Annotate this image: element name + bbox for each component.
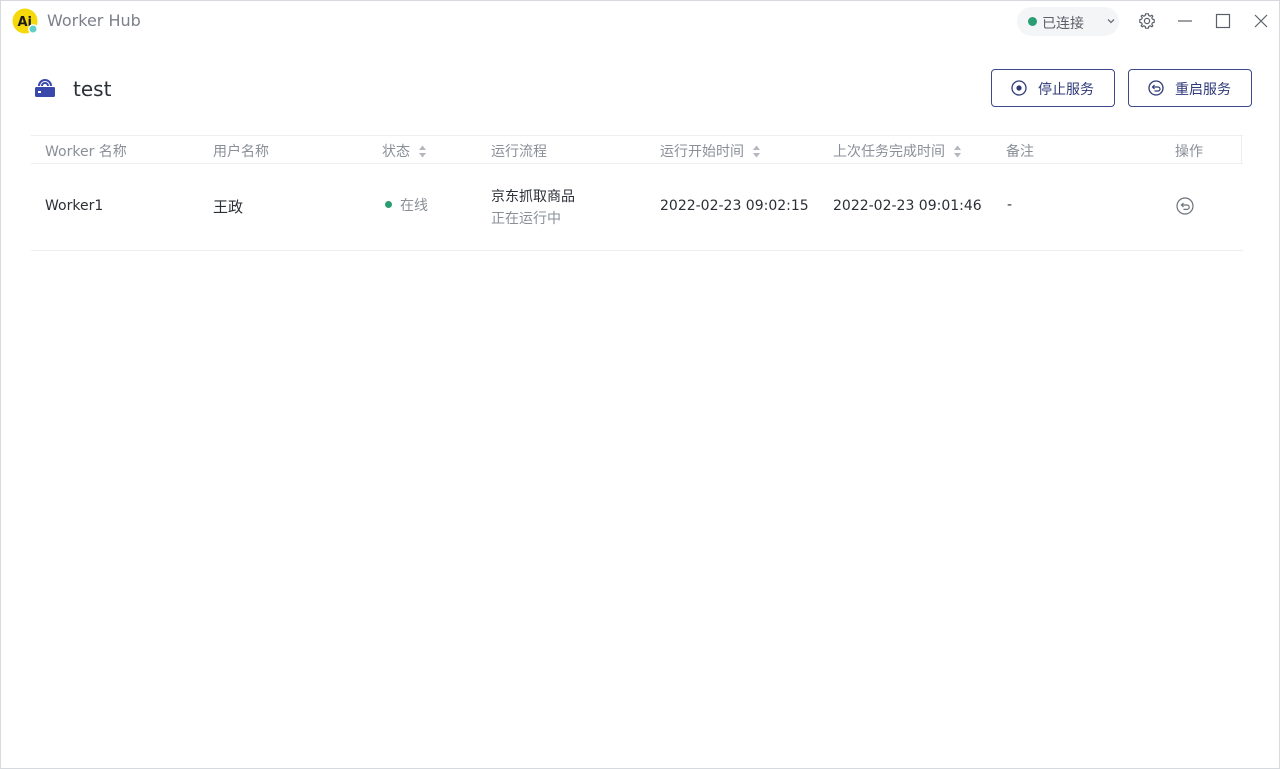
worker-hub-icon [35, 79, 55, 97]
app-window: Ai Worker Hub 已连接 test 停止服务 重启服务 Worker … [0, 0, 1280, 769]
column-header-flow: 运行流程 [491, 144, 547, 160]
maximize-button[interactable] [1213, 11, 1233, 31]
column-header-last-done[interactable]: 上次任务完成时间 [833, 141, 962, 161]
minimize-icon [1178, 20, 1192, 22]
worker-table: Worker 名称 用户名称 状态 运行流程 运行开始时间 上次任务完成时间 备… [31, 135, 1243, 251]
column-header-worker: Worker 名称 [45, 144, 127, 160]
column-header-note: 备注 [1006, 144, 1034, 160]
cell-last-done: 2022-02-23 09:01:46 [833, 198, 982, 214]
settings-button[interactable] [1137, 11, 1157, 31]
sort-icon[interactable] [418, 144, 427, 159]
cell-user-name: 王政 [213, 198, 244, 216]
page-title: test [73, 77, 112, 101]
minimize-button[interactable] [1175, 11, 1195, 31]
stop-circle-icon [1011, 80, 1027, 96]
gear-icon [1139, 13, 1155, 29]
column-header-user: 用户名称 [213, 144, 269, 160]
status-online-dot [385, 201, 392, 208]
cell-status: 在线 [400, 198, 428, 214]
sort-icon[interactable] [953, 144, 962, 159]
column-header-action: 操作 [1175, 144, 1203, 160]
cell-worker-name: Worker1 [45, 198, 104, 214]
stop-service-label: 停止服务 [1038, 81, 1094, 97]
restart-circle-icon [1148, 80, 1164, 96]
connection-status-dropdown[interactable]: 已连接 [1017, 7, 1119, 36]
restart-circle-icon[interactable] [1176, 197, 1194, 215]
cell-flow-state: 正在运行中 [491, 211, 561, 227]
title-bar: Ai Worker Hub 已连接 [1, 1, 1279, 41]
restart-service-label: 重启服务 [1175, 81, 1231, 97]
maximize-icon [1215, 13, 1231, 29]
chevron-down-icon [1107, 19, 1115, 24]
table-row: Worker1 王政 在线 京东抓取商品 正在运行中 2022-02-23 09… [31, 164, 1243, 251]
app-logo-icon: Ai [12, 8, 38, 34]
close-icon [1254, 14, 1268, 28]
sort-icon[interactable] [752, 144, 761, 159]
close-button[interactable] [1251, 11, 1271, 31]
column-header-start-time[interactable]: 运行开始时间 [660, 141, 761, 161]
stop-service-button[interactable]: 停止服务 [991, 69, 1115, 107]
connection-status-label: 已连接 [1042, 16, 1084, 32]
table-header: Worker 名称 用户名称 状态 运行流程 运行开始时间 上次任务完成时间 备… [31, 135, 1243, 164]
cell-start-time: 2022-02-23 09:02:15 [660, 198, 809, 214]
restart-service-button[interactable]: 重启服务 [1128, 69, 1252, 107]
cell-note: - [1007, 197, 1013, 213]
column-header-status[interactable]: 状态 [382, 141, 427, 161]
app-title: Worker Hub [47, 11, 141, 30]
column-divider [1241, 136, 1242, 164]
connection-status-dot [1028, 17, 1037, 26]
cell-flow-name: 京东抓取商品 [491, 189, 575, 205]
